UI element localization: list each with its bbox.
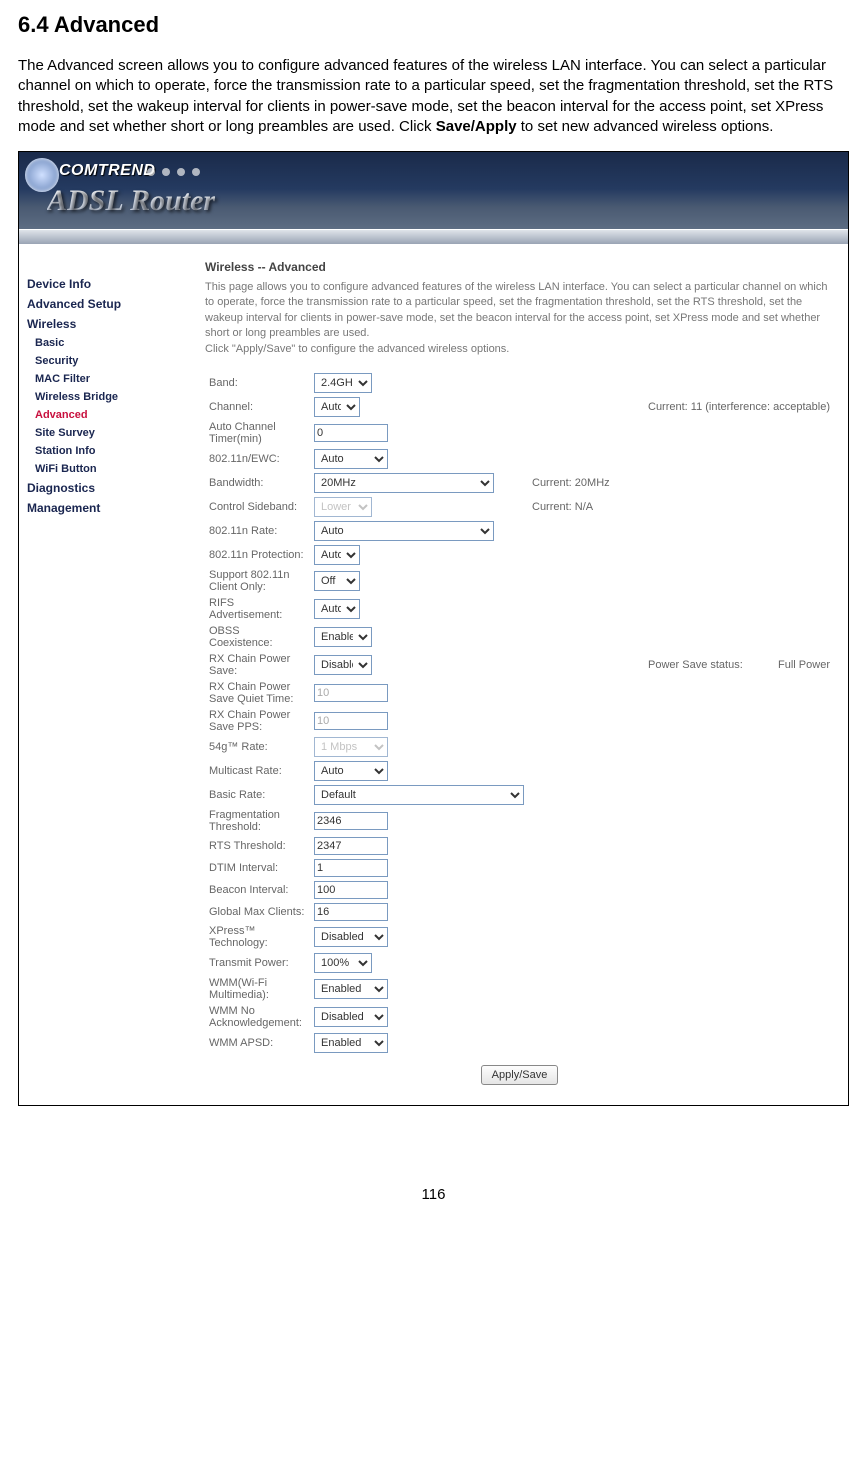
max-clients-label: Global Max Clients: <box>205 901 310 923</box>
sidebar-item-wifi-button[interactable]: WiFi Button <box>27 460 187 478</box>
protection-label: 802.11n Protection: <box>205 543 310 567</box>
page-description: This page allows you to configure advanc… <box>205 280 834 357</box>
sidebar-item-basic[interactable]: Basic <box>27 334 187 352</box>
wmm-label: WMM(Wi-Fi Multimedia): <box>205 975 310 1003</box>
sidebar-item-diagnostics[interactable]: Diagnostics <box>27 478 187 498</box>
rx-ps-pps-label: RX Chain Power Save PPS: <box>205 707 310 735</box>
ewc-select[interactable]: Auto <box>314 449 388 469</box>
bandwidth-select[interactable]: 20MHz <box>314 473 494 493</box>
bandwidth-info: Current: 20MHz <box>528 471 834 495</box>
dtim-label: DTIM Interval: <box>205 857 310 879</box>
brand-text: COMTREND <box>59 162 155 180</box>
section-heading: 6.4 Advanced <box>18 12 849 38</box>
banner: COMTREND ADSL Router <box>19 152 848 244</box>
main-panel: Wireless -- Advanced This page allows yo… <box>191 244 848 1105</box>
sidebar-item-advanced-setup[interactable]: Advanced Setup <box>27 294 187 314</box>
page-number: 116 <box>18 1186 849 1203</box>
sidebar-item-station-info[interactable]: Station Info <box>27 442 187 460</box>
rate-label: 802.11n Rate: <box>205 519 310 543</box>
sidebar: Device Info Advanced Setup Wireless Basi… <box>19 244 191 1105</box>
banner-dots <box>147 168 200 176</box>
sidebar-item-advanced[interactable]: Advanced <box>27 406 187 424</box>
rx-ps-pps-input <box>314 712 388 730</box>
settings-form: Band: 2.4GHz Channel: Auto Current: 11 (… <box>205 371 834 1055</box>
rx-ps-info-label: Power Save status: <box>528 651 768 679</box>
channel-label: Channel: <box>205 395 310 419</box>
rts-input[interactable] <box>314 837 388 855</box>
desc-line2: Click "Apply/Save" to configure the adva… <box>205 343 509 355</box>
xpress-select[interactable]: Disabled <box>314 927 388 947</box>
rx-ps-quiet-input <box>314 684 388 702</box>
rts-label: RTS Threshold: <box>205 835 310 857</box>
band-select[interactable]: 2.4GHz <box>314 373 372 393</box>
g54-label: 54g™ Rate: <box>205 735 310 759</box>
ewc-label: 802.11n/EWC: <box>205 447 310 471</box>
sidebar-item-management[interactable]: Management <box>27 498 187 518</box>
rx-ps-label: RX Chain Power Save: <box>205 651 310 679</box>
apply-save-button[interactable]: Apply/Save <box>481 1065 559 1085</box>
rx-ps-select[interactable]: Disable <box>314 655 372 675</box>
band-label: Band: <box>205 371 310 395</box>
sidebar-item-mac-filter[interactable]: MAC Filter <box>27 370 187 388</box>
bandwidth-label: Bandwidth: <box>205 471 310 495</box>
channel-info: Current: 11 (interference: acceptable) <box>528 395 834 419</box>
rifs-select[interactable]: Auto <box>314 599 360 619</box>
product-text: ADSL Router <box>47 184 215 218</box>
client-only-label: Support 802.11n Client Only: <box>205 567 310 595</box>
beacon-input[interactable] <box>314 881 388 899</box>
basic-rate-label: Basic Rate: <box>205 783 310 807</box>
multicast-select[interactable]: Auto <box>314 761 388 781</box>
tx-power-select[interactable]: 100% <box>314 953 372 973</box>
rifs-label: RIFS Advertisement: <box>205 595 310 623</box>
intro-paragraph: The Advanced screen allows you to config… <box>18 56 849 137</box>
sidebar-item-security[interactable]: Security <box>27 352 187 370</box>
wmm-noack-select[interactable]: Disabled <box>314 1007 388 1027</box>
protection-select[interactable]: Auto <box>314 545 360 565</box>
intro-bold: Save/Apply <box>436 118 517 135</box>
sideband-label: Control Sideband: <box>205 495 310 519</box>
router-screenshot: COMTREND ADSL Router Device Info Advance… <box>18 151 849 1106</box>
basic-rate-select[interactable]: Default <box>314 785 524 805</box>
wmm-apsd-label: WMM APSD: <box>205 1031 310 1055</box>
channel-select[interactable]: Auto <box>314 397 360 417</box>
frag-input[interactable] <box>314 812 388 830</box>
rx-ps-quiet-label: RX Chain Power Save Quiet Time: <box>205 679 310 707</box>
client-only-select[interactable]: Off <box>314 571 360 591</box>
obss-select[interactable]: Enable <box>314 627 372 647</box>
sidebar-item-wireless[interactable]: Wireless <box>27 314 187 334</box>
xpress-label: XPress™ Technology: <box>205 923 310 951</box>
rx-ps-info-value: Full Power <box>768 651 834 679</box>
dtim-input[interactable] <box>314 859 388 877</box>
wmm-noack-label: WMM No Acknowledgement: <box>205 1003 310 1031</box>
beacon-label: Beacon Interval: <box>205 879 310 901</box>
multicast-label: Multicast Rate: <box>205 759 310 783</box>
desc-line1: This page allows you to configure advanc… <box>205 281 827 339</box>
sidebar-item-site-survey[interactable]: Site Survey <box>27 424 187 442</box>
tx-power-label: Transmit Power: <box>205 951 310 975</box>
max-clients-input[interactable] <box>314 903 388 921</box>
obss-label: OBSS Coexistence: <box>205 623 310 651</box>
banner-bar <box>19 229 848 244</box>
auto-timer-input[interactable] <box>314 424 388 442</box>
wmm-select[interactable]: Enabled <box>314 979 388 999</box>
sidebar-item-wireless-bridge[interactable]: Wireless Bridge <box>27 388 187 406</box>
intro-text-b: to set new advanced wireless options. <box>517 118 774 135</box>
sideband-select: Lower <box>314 497 372 517</box>
g54-select: 1 Mbps <box>314 737 388 757</box>
wmm-apsd-select[interactable]: Enabled <box>314 1033 388 1053</box>
auto-timer-label: Auto Channel Timer(min) <box>205 419 310 447</box>
page-title: Wireless -- Advanced <box>205 260 834 274</box>
rate-select[interactable]: Auto <box>314 521 494 541</box>
sidebar-item-device-info[interactable]: Device Info <box>27 274 187 294</box>
frag-label: Fragmentation Threshold: <box>205 807 310 835</box>
sideband-info: Current: N/A <box>528 495 834 519</box>
